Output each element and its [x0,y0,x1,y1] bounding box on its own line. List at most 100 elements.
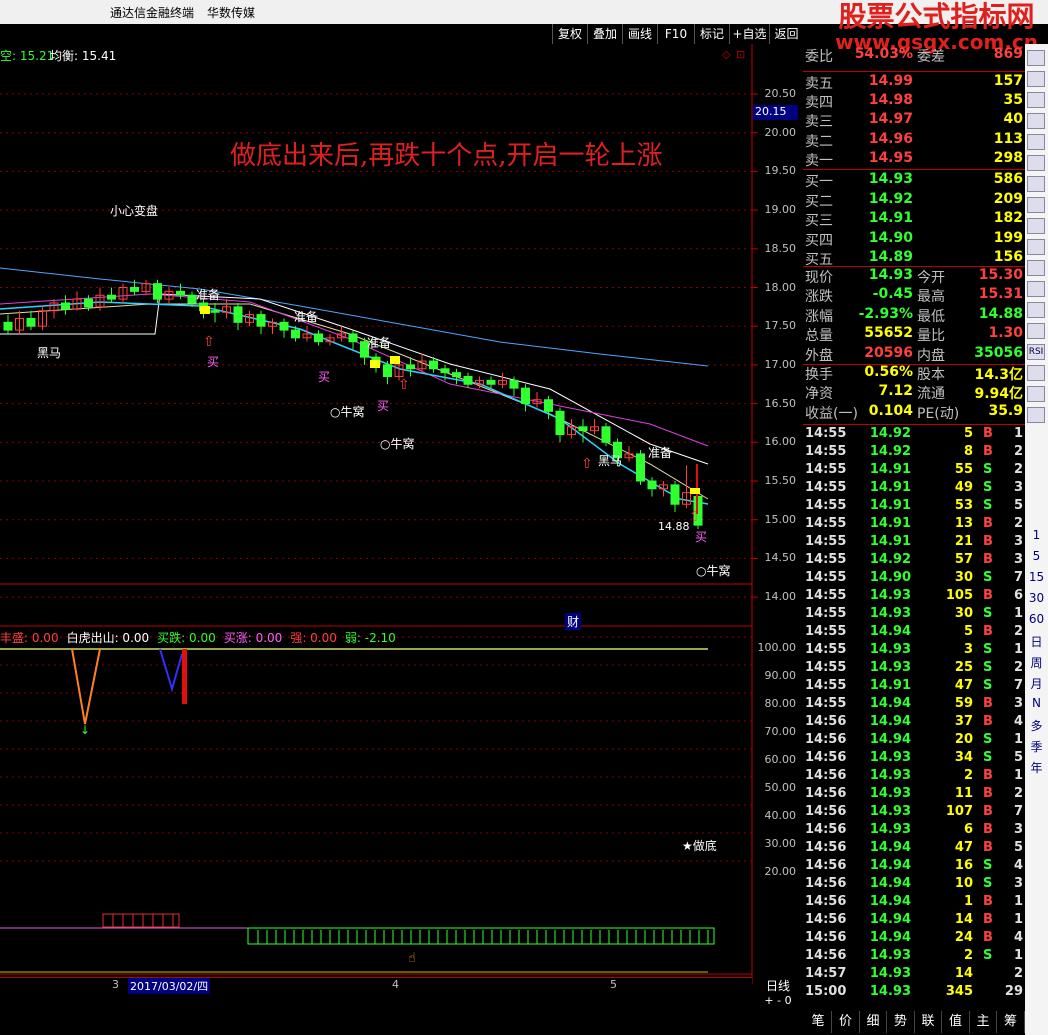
home-icon[interactable] [1027,50,1045,66]
add-watchlist-button[interactable]: +自选 [729,24,769,44]
up-icon[interactable] [1027,71,1045,87]
bottom-tab[interactable]: 主 [970,1011,997,1033]
period-4[interactable]: 60 [1025,612,1048,626]
mai-label-2: 买 [318,370,331,384]
diamond-icon[interactable]: ◇ [722,48,731,61]
fuquan-button[interactable]: 复权 [552,24,587,44]
tick-volume: 6 [963,822,973,837]
tick-time: 14:56 [805,840,847,855]
bar-icon[interactable] [1027,260,1045,276]
tech-icon[interactable] [1027,281,1045,297]
period-10[interactable]: 季 [1025,738,1048,755]
sell-price: 14.95 [868,149,913,166]
period-6[interactable]: 周 [1025,654,1048,671]
buy-row: 买四 14.90 199 [803,230,1025,249]
tick-row: 14:55 14.91 47 S 7 [803,678,1025,696]
expand-icon[interactable]: ⊡ [736,48,745,61]
bottom-tab[interactable]: 笔 [805,1011,832,1033]
move-icon[interactable] [1027,386,1045,402]
mark-button[interactable]: 标记 [694,24,729,44]
tick-price: 14.93 [869,588,911,603]
bottom-tab[interactable]: 势 [888,1011,915,1033]
bottom-tab[interactable]: 筹 [998,1011,1025,1033]
candle-body [383,364,392,378]
indicator-red-bar [182,649,187,704]
tick-direction: B [983,624,993,639]
tick-direction: S [983,750,993,765]
tick-volume: 1 [963,894,973,909]
news-icon[interactable] [1027,218,1045,234]
tick-volume: 47 [954,840,973,855]
weibi-label: 委比 [805,49,833,65]
list-icon[interactable] [1027,176,1045,192]
f12-icon[interactable] [1027,302,1045,318]
tick-direction: S [983,678,993,693]
up-arrow-icon: ⇧ [203,334,215,350]
volume-icon[interactable] [1027,155,1045,171]
tick-list[interactable]: 14:55 14.92 5 B 1 14:55 14.92 8 B 2 14:55 14.91 55 S 2… [803,424,1025,1002]
chart-icon[interactable] [1027,113,1045,129]
period-2[interactable]: 15 [1025,570,1048,584]
indicator-tick: 20.00 [764,865,797,878]
tick-direction: S [983,462,993,477]
tick-volume: 3 [963,642,973,657]
order-book: 委比 54.03% 委差 869 卖五 14.99 157 卖四 14.98 35 卖三 14.97 4… [803,44,1025,425]
f10-icon[interactable] [1027,239,1045,255]
tick-time: 14:56 [805,732,847,747]
period-5[interactable]: 日 [1025,633,1048,650]
zoom-controls[interactable]: + - 0 [755,994,801,1007]
period-11[interactable]: 年 [1025,759,1048,776]
zhunbei-label-2: 准备 [294,310,319,324]
period-3[interactable]: 30 [1025,591,1048,605]
bottom-tab[interactable]: 值 [943,1011,970,1033]
tick-time: 14:56 [805,804,847,819]
tick-count: 4 [1013,858,1023,873]
buy-volume: 199 [993,229,1023,246]
draw-button[interactable]: 画线 [622,24,657,44]
tick-price: 14.91 [869,534,911,549]
zhunbei-label-3: 准备 [367,336,392,350]
tick-volume: 57 [954,552,973,567]
kline-icon[interactable] [1027,134,1045,150]
headline-annotation: 做底出来后,再跌十个点,开启一轮上涨 [230,141,663,171]
overlay-button[interactable]: 叠加 [587,24,622,44]
tick-direction: B [983,534,993,549]
tick-volume: 30 [954,606,973,621]
bottom-tab[interactable]: 价 [833,1011,860,1033]
period-1[interactable]: 5 [1025,549,1048,563]
tick-price: 14.94 [869,696,911,711]
buy-label: 买三 [805,213,833,229]
bottom-tab[interactable]: 细 [860,1011,887,1033]
finance-badge[interactable]: 财 [565,613,582,630]
sell-label: 卖一 [805,152,833,169]
stat-label: 涨幅 [805,308,833,325]
bottom-tab[interactable]: 联 [915,1011,942,1033]
tick-count: 2 [1013,660,1023,675]
down-icon[interactable] [1027,92,1045,108]
price-tick: 16.00 [764,435,797,449]
tick-direction: B [983,552,993,567]
period-label[interactable]: 日线 [755,977,801,994]
tick-count: 2 [1013,786,1023,801]
mai-label-3: 买 [377,399,390,413]
period-7[interactable]: 月 [1025,675,1048,692]
candle-body [578,426,588,432]
tick-volume: 30 [954,570,973,585]
draw-icon[interactable] [1027,407,1045,423]
info-icon[interactable] [1027,197,1045,213]
price-tick: 16.50 [764,396,797,410]
back-button[interactable]: 返回 [769,24,803,44]
period-8[interactable]: N [1025,696,1048,710]
rsi-icon[interactable]: RSI [1027,344,1045,360]
cycle-icon[interactable] [1027,323,1045,339]
price-tick: 14.00 [764,590,797,604]
period-0[interactable]: 1 [1025,528,1048,542]
stat-label: 净资 [805,386,833,403]
tick-count: 3 [1013,534,1023,549]
tick-row: 14:55 14.93 25 S 2 [803,660,1025,678]
tick-time: 14:56 [805,876,847,891]
tag-icon[interactable] [1027,365,1045,381]
period-9[interactable]: 多 [1025,717,1048,734]
tick-direction: B [983,804,993,819]
f10-button[interactable]: F10 [657,24,694,44]
